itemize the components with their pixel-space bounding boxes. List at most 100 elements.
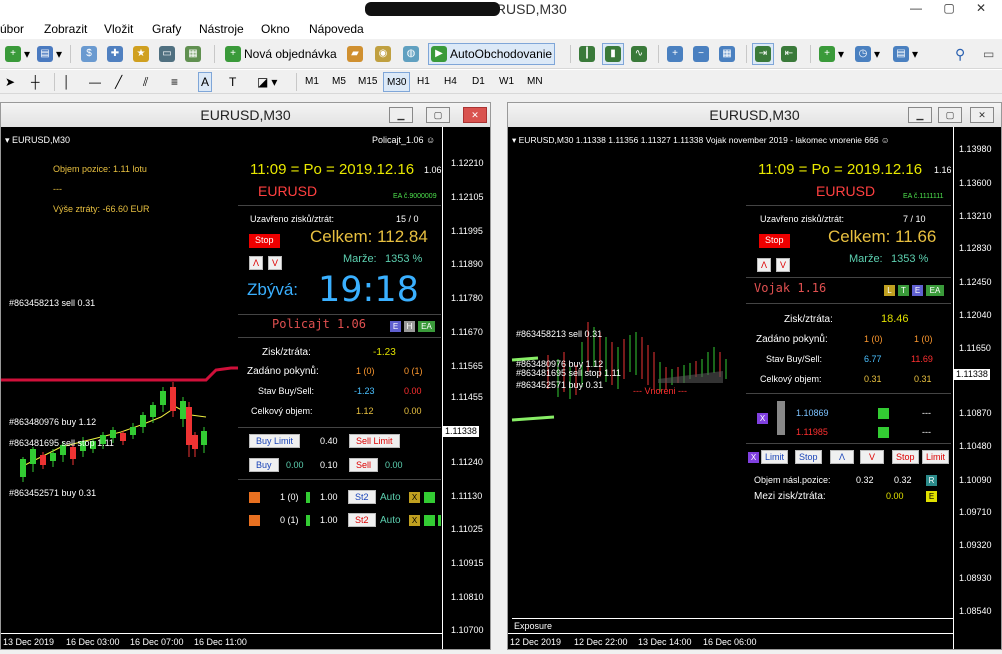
x-button[interactable]: X bbox=[748, 452, 759, 463]
x-button[interactable]: X bbox=[757, 413, 768, 424]
zoom-out-button[interactable]: − bbox=[690, 43, 712, 65]
level-sell-toggle[interactable] bbox=[878, 427, 889, 438]
lambda-order-button[interactable]: Λ bbox=[830, 450, 855, 464]
tf-m15[interactable]: M15 bbox=[355, 72, 380, 92]
tag-h[interactable]: H bbox=[404, 321, 415, 332]
community-button[interactable]: ◍ bbox=[400, 43, 422, 65]
v-button[interactable]: V bbox=[776, 258, 791, 272]
stop-button[interactable]: Stop bbox=[759, 234, 790, 248]
metaeditor-button[interactable]: ▰ bbox=[344, 43, 366, 65]
shapes-tool[interactable]: ◪ ▾ bbox=[254, 72, 280, 92]
chart-plot-left[interactable]: ▾ EURUSD,M30 Policajt_1.06 ☺ Objem pozic… bbox=[1, 127, 490, 649]
lambda-button[interactable]: Λ bbox=[249, 256, 264, 270]
margin-label: Marže: bbox=[343, 253, 377, 265]
tf-d1[interactable]: D1 bbox=[469, 72, 488, 92]
tester-button[interactable]: ▦ bbox=[182, 43, 204, 65]
text-tool[interactable]: A bbox=[198, 72, 213, 92]
row1-flag[interactable] bbox=[249, 492, 260, 503]
terminal-button[interactable]: ▭ bbox=[156, 43, 178, 65]
tf-h4[interactable]: H4 bbox=[441, 72, 460, 92]
indicators-button[interactable]: + ▾ bbox=[816, 43, 847, 65]
st2-button[interactable]: St2 bbox=[348, 490, 376, 504]
buy-button[interactable]: Buy bbox=[249, 458, 279, 472]
tf-m1[interactable]: M1 bbox=[302, 72, 322, 92]
x-button[interactable]: X bbox=[409, 492, 420, 503]
vertical-line-tool[interactable]: │ bbox=[60, 72, 74, 92]
signals-button[interactable]: ◉ bbox=[372, 43, 394, 65]
tag-l[interactable]: L bbox=[884, 285, 895, 296]
r-button[interactable]: R bbox=[926, 475, 937, 486]
v-button[interactable]: V bbox=[268, 256, 283, 270]
stop-order-button[interactable]: Stop bbox=[795, 450, 822, 464]
level-buy-toggle[interactable] bbox=[878, 408, 889, 419]
search-button[interactable]: ⚲ bbox=[952, 43, 968, 65]
chart-minimize-button[interactable]: ▁ bbox=[389, 107, 413, 123]
profiles-button[interactable]: ▤ ▾ bbox=[34, 43, 65, 65]
e-button[interactable]: E bbox=[926, 491, 937, 502]
stop-button[interactable]: Stop bbox=[249, 234, 280, 248]
chart-close-button[interactable]: ✕ bbox=[970, 107, 994, 123]
tag-ea[interactable]: EA bbox=[926, 285, 944, 296]
templates-button[interactable]: ▤ ▾ bbox=[890, 43, 921, 65]
candles-button[interactable]: ▮ bbox=[602, 43, 624, 65]
chart-maximize-button[interactable]: ▢ bbox=[938, 107, 962, 123]
chart-close-button[interactable]: ✕ bbox=[463, 107, 487, 123]
minimize-button[interactable]: — bbox=[905, 0, 927, 18]
st2-button[interactable]: St2 bbox=[348, 513, 376, 527]
tf-h1[interactable]: H1 bbox=[414, 72, 433, 92]
line-chart-button[interactable]: ∿ bbox=[628, 43, 650, 65]
sell-limit-button[interactable]: Limit bbox=[922, 450, 950, 464]
cursor-tool[interactable]: ➤ bbox=[2, 72, 18, 92]
tf-mn[interactable]: MN bbox=[524, 72, 546, 92]
tag-ea[interactable]: EA bbox=[418, 321, 435, 332]
channel-tool[interactable]: ⫽ bbox=[140, 72, 151, 92]
menu-charts[interactable]: Grafy bbox=[152, 22, 181, 36]
autoscroll-button[interactable]: ⇥ bbox=[752, 43, 774, 65]
horizontal-line-tool[interactable]: — bbox=[86, 72, 104, 92]
label-tool[interactable]: T bbox=[226, 72, 239, 92]
trendline-tool[interactable]: ╱ bbox=[112, 72, 125, 92]
new-order-button[interactable]: + Nová objednávka bbox=[222, 43, 340, 65]
maximize-button[interactable]: ▢ bbox=[938, 0, 960, 18]
tf-w1[interactable]: W1 bbox=[496, 72, 517, 92]
navigator-button[interactable]: ★ bbox=[130, 43, 152, 65]
new-chart-button[interactable]: + ▾ bbox=[2, 43, 33, 65]
sell-limit-button[interactable]: Sell Limit bbox=[349, 434, 400, 448]
tf-m5[interactable]: M5 bbox=[329, 72, 349, 92]
chart-maximize-button[interactable]: ▢ bbox=[426, 107, 450, 123]
chart-shift-button[interactable]: ⇤ bbox=[778, 43, 800, 65]
menu-file[interactable]: úbor bbox=[0, 22, 24, 36]
data-window-button[interactable]: ✚ bbox=[104, 43, 126, 65]
sell-stop-button[interactable]: Stop bbox=[892, 450, 919, 464]
v-order-button[interactable]: V bbox=[860, 450, 885, 464]
x-button[interactable]: X bbox=[409, 515, 420, 526]
row2-flag[interactable] bbox=[249, 515, 260, 526]
market-watch-button[interactable]: $ bbox=[78, 43, 100, 65]
chart-minimize-button[interactable]: ▁ bbox=[908, 107, 932, 123]
chart-window-left[interactable]: EURUSD,M30 ▁ ▢ ✕ ▾ EURUSD,M30 Policajt_1… bbox=[0, 102, 491, 650]
buy-limit-button[interactable]: Buy Limit bbox=[249, 434, 301, 448]
bar-chart-button[interactable]: ┃ bbox=[576, 43, 598, 65]
zoom-in-button[interactable]: + bbox=[664, 43, 686, 65]
menu-window[interactable]: Okno bbox=[261, 22, 290, 36]
fibo-tool[interactable]: ≡ bbox=[168, 72, 181, 92]
menu-insert[interactable]: Vložit bbox=[104, 22, 133, 36]
lambda-button[interactable]: Λ bbox=[757, 258, 772, 272]
tag-e[interactable]: E bbox=[912, 285, 923, 296]
sell-button[interactable]: Sell bbox=[349, 458, 379, 472]
tag-t[interactable]: T bbox=[898, 285, 909, 296]
crosshair-tool[interactable]: ┼ bbox=[28, 72, 43, 92]
tag-e[interactable]: E bbox=[390, 321, 401, 332]
menu-tools[interactable]: Nástroje bbox=[199, 22, 244, 36]
chart-window-right[interactable]: EURUSD,M30 ▁ ▢ ✕ ▾ EURUSD,M30 1.11338 1.… bbox=[507, 102, 1002, 650]
periods-button[interactable]: ◷ ▾ bbox=[852, 43, 883, 65]
chart-plot-right[interactable]: ▾ EURUSD,M30 1.11338 1.11356 1.11327 1.1… bbox=[508, 127, 1001, 649]
tile-windows-button[interactable]: ▦ bbox=[716, 43, 738, 65]
menu-view[interactable]: Zobrazit bbox=[44, 22, 87, 36]
autotrading-button[interactable]: ▶ AutoObchodovanie bbox=[428, 43, 556, 65]
menu-help[interactable]: Nápoveda bbox=[309, 22, 364, 36]
tf-m30[interactable]: M30 bbox=[383, 72, 411, 92]
limit-button[interactable]: Limit bbox=[761, 450, 789, 464]
close-button[interactable]: ✕ bbox=[970, 0, 992, 18]
chat-button[interactable]: ▭ bbox=[980, 43, 997, 65]
